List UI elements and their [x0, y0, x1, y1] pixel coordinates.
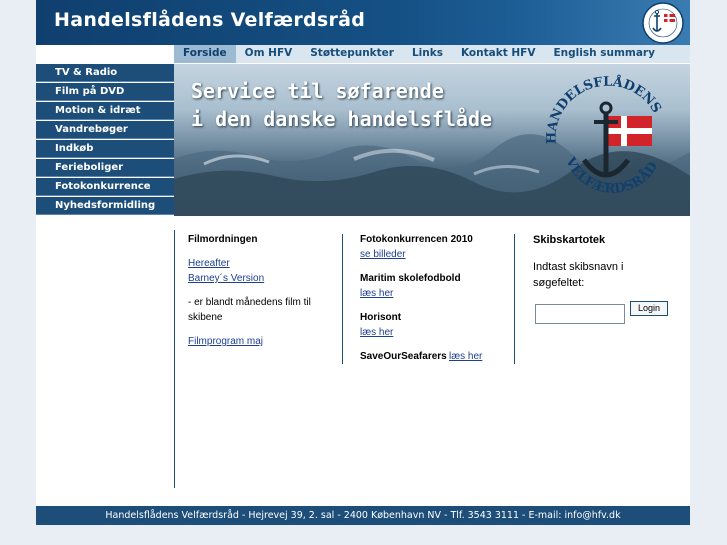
banner-headline-line2: i den danske handelsflåde [191, 107, 493, 131]
ship-search-input[interactable] [535, 304, 625, 324]
column-divider [514, 234, 515, 364]
anchor-emblem-icon: HANDELSFLÅDENS VELFÆRDSRÅD [545, 74, 664, 197]
site-footer: Handelsflådens Velfærdsråd - Hejrevej 39… [36, 506, 690, 525]
sidebar-item-ferieboliger[interactable]: Ferieboliger [36, 159, 174, 177]
film-heading: Filmordningen [188, 234, 258, 245]
sos-link[interactable]: læs her [449, 351, 482, 362]
foto-link[interactable]: se billeder [360, 249, 406, 260]
site-title: Handelsflådens Velfærdsråd [54, 9, 366, 31]
hfv-seal-icon[interactable] [642, 2, 684, 44]
skibs-heading: Skibskartotek [533, 234, 606, 246]
film-link-barneys-version[interactable]: Barney´s Version [188, 273, 264, 284]
topnav-om-hfv[interactable]: Om HFV [236, 45, 302, 63]
sidebar-item-indkob[interactable]: Indkøb [36, 140, 174, 158]
maritim-link[interactable]: læs her [360, 288, 393, 299]
topnav-english-summary[interactable]: English summary [544, 45, 663, 63]
hero-banner: Service til søfarende i den danske hande… [174, 64, 690, 216]
top-navigation-bar: Forside Om HFV Støttepunkter Links Konta… [174, 45, 690, 63]
top-navigation: Forside Om HFV Støttepunkter Links Konta… [36, 45, 690, 63]
skibs-instructions: Indtast skibsnavn i søgefeltet: [533, 261, 624, 289]
site-header: Handelsflådens Velfærdsråd [36, 0, 690, 45]
sidebar-item-fotokonkurrence[interactable]: Fotokonkurrence [36, 178, 174, 196]
login-button[interactable]: Login [630, 301, 668, 316]
topnav-stottepunkter[interactable]: Støttepunkter [301, 45, 403, 63]
column-divider [342, 234, 343, 364]
topnav-kontakt-hfv[interactable]: Kontakt HFV [452, 45, 545, 63]
topnav-forside[interactable]: Forside [174, 45, 236, 63]
topnav-links[interactable]: Links [403, 45, 452, 63]
film-program-link[interactable]: Filmprogram maj [188, 336, 263, 347]
sos-heading: SaveOurSeafarers [360, 351, 447, 362]
sidebar-item-nyhedsformidling[interactable]: Nyhedsformidling [36, 197, 174, 215]
horisont-link[interactable]: læs her [360, 327, 393, 338]
foto-heading: Fotokonkurrencen 2010 [360, 234, 473, 245]
film-description: - er blandt månedens film til skibene [188, 297, 311, 323]
sidebar-item-vandreboger[interactable]: Vandrebøger [36, 121, 174, 139]
banner-headline-line1: Service til søfarende [191, 79, 444, 103]
maritim-heading: Maritim skolefodbold [360, 273, 461, 284]
left-column-divider [174, 230, 175, 488]
sidebar-item-film-dvd[interactable]: Film på DVD [36, 83, 174, 101]
sidebar-item-motion-idraet[interactable]: Motion & idræt [36, 102, 174, 120]
sidebar: TV & Radio Film på DVD Motion & idræt Va… [36, 64, 174, 216]
film-link-hereafter[interactable]: Hereafter [188, 258, 230, 269]
horisont-heading: Horisont [360, 312, 402, 323]
main-content: Filmordningen Hereafter Barney´s Version… [174, 230, 690, 490]
page: Handelsflådens Velfærdsråd Forside Om HF… [36, 0, 690, 525]
sidebar-item-tv-radio[interactable]: TV & Radio [36, 64, 174, 82]
